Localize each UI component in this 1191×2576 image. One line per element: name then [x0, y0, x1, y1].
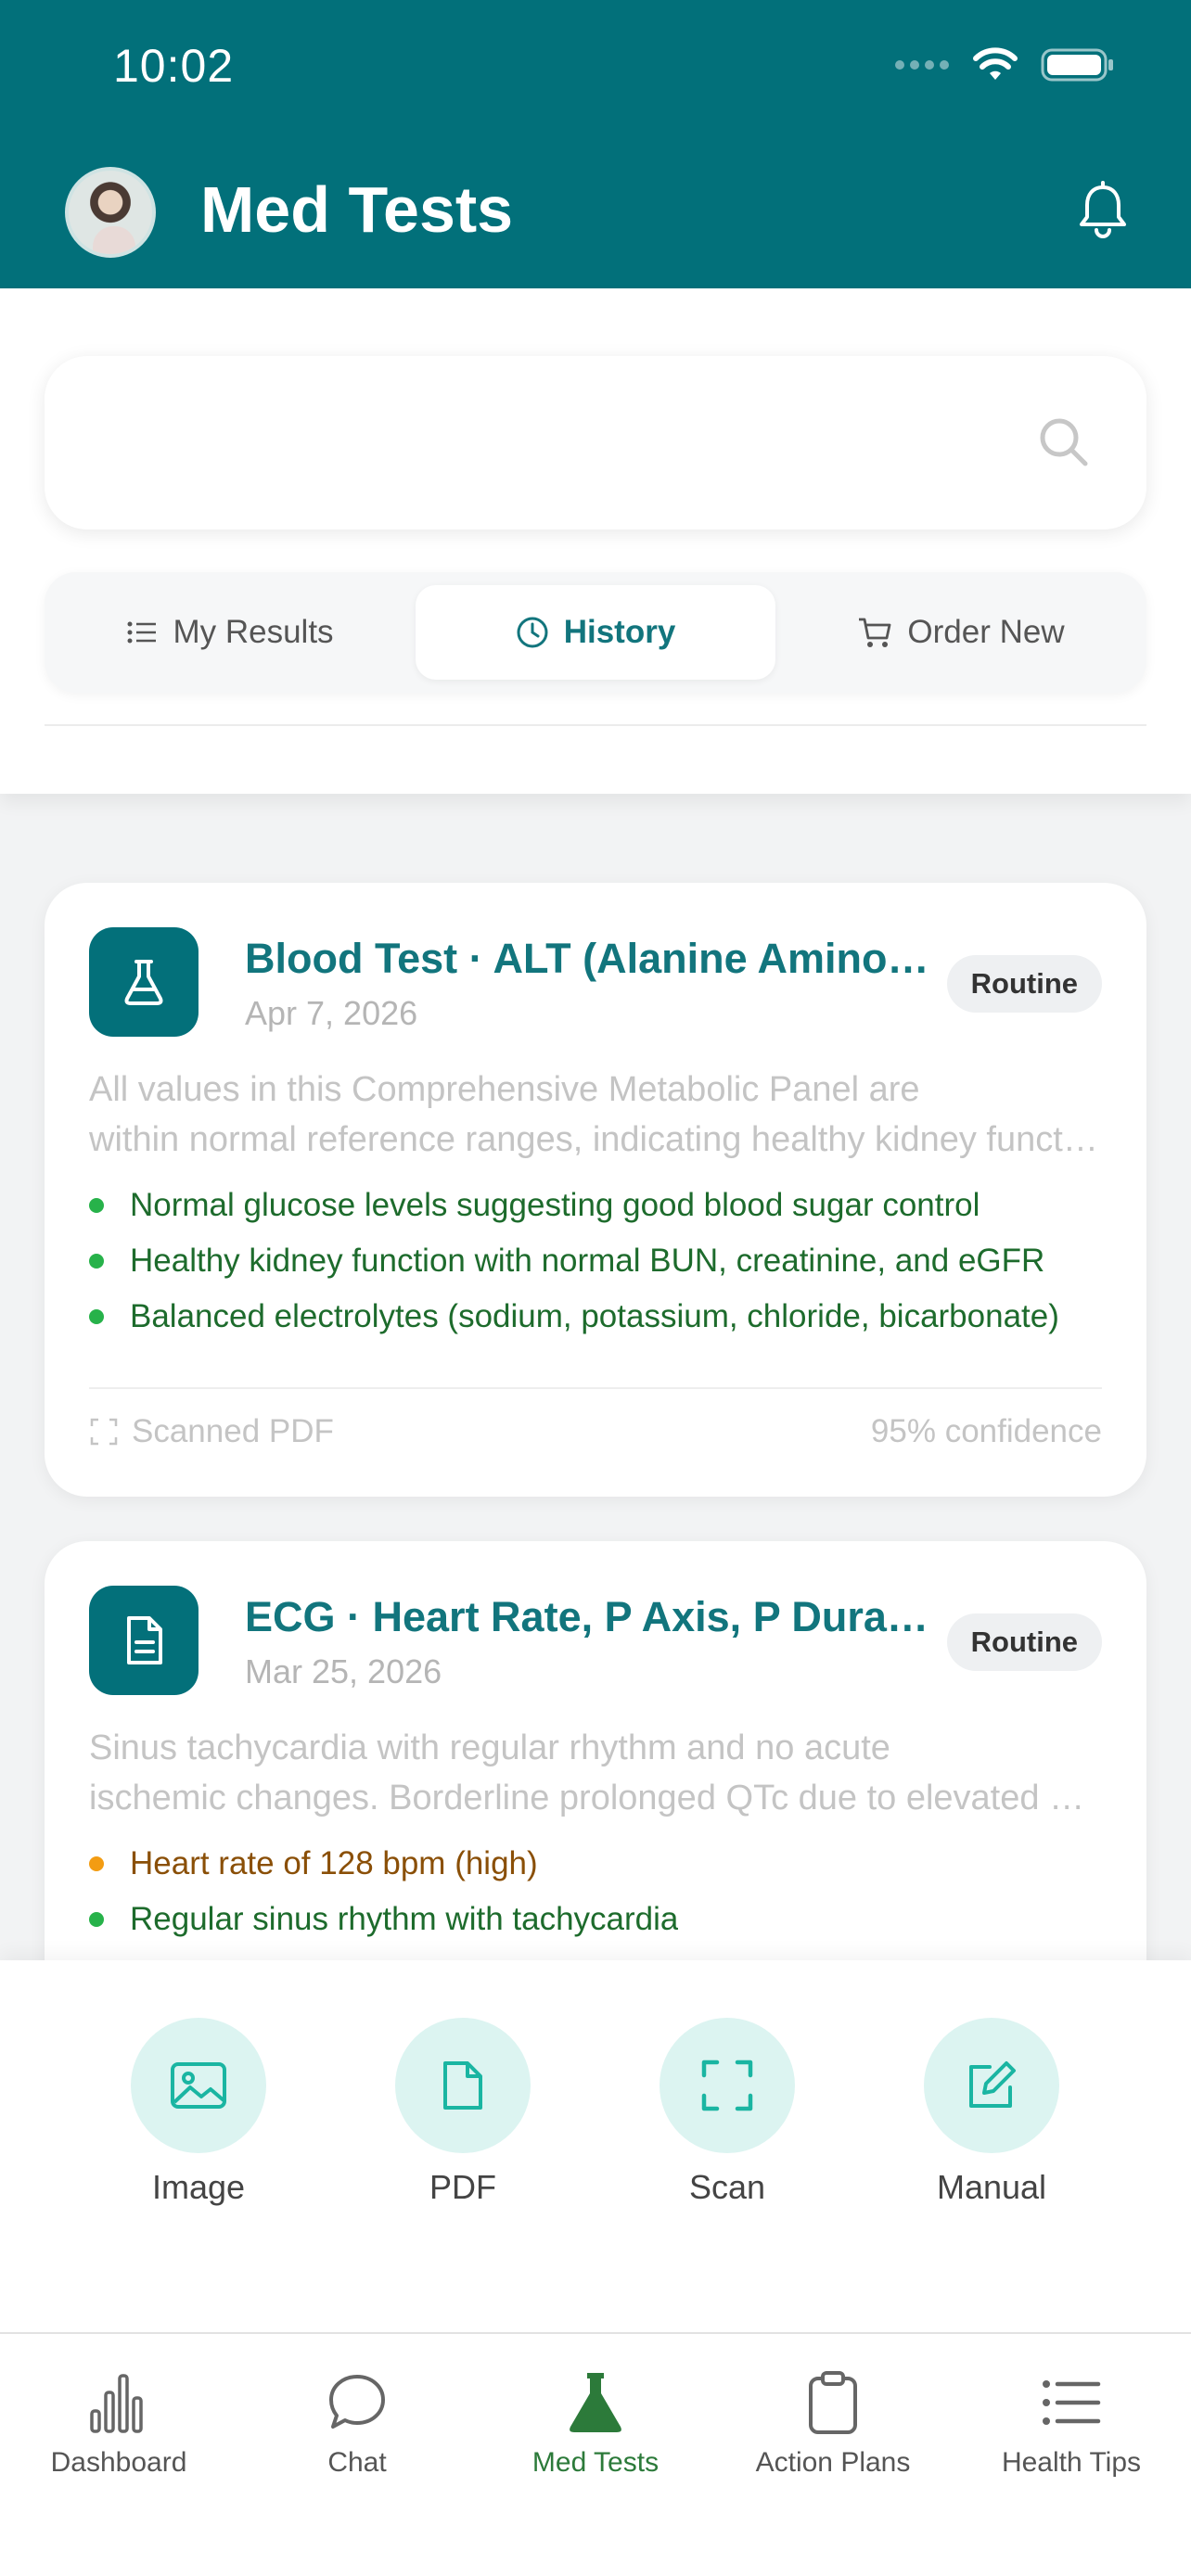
search-and-tabs-panel: My Results History Order New [0, 288, 1191, 794]
card-divider [89, 1387, 1102, 1389]
clock-icon [517, 617, 548, 648]
upload-label: Scan [688, 2168, 766, 2206]
battery-icon [1041, 48, 1113, 82]
nav-label: Dashboard [50, 2447, 187, 2478]
search-input[interactable] [45, 356, 1146, 529]
page-title: Med Tests [200, 173, 514, 246]
chat-bubble-icon [320, 2366, 394, 2440]
upload-label: Manual [936, 2168, 1047, 2206]
nav-label: Action Plans [755, 2447, 911, 2478]
finding-item: Normal glucose levels suggesting good bl… [89, 1178, 1102, 1233]
image-icon [131, 2018, 266, 2153]
card-title: ECG · Heart Rate, P Axis, P Duration [245, 1593, 933, 1640]
finding-item: Heart rate of 128 bpm (high) [89, 1836, 1102, 1892]
status-icons [894, 46, 1115, 83]
key-findings-list: Normal glucose levels suggesting good bl… [89, 1178, 1102, 1345]
cellular-signal-icon [895, 60, 949, 70]
nav-chat[interactable]: Chat [238, 2366, 476, 2479]
bottom-navigation: Dashboard Chat Med Tests Action Plans He… [0, 2332, 1191, 2576]
pdf-file-icon [395, 2018, 531, 2153]
scan-icon [90, 1418, 118, 1446]
normal-status-dot [89, 1198, 104, 1213]
nav-action-plans[interactable]: Action Plans [714, 2366, 952, 2479]
search-icon[interactable] [1037, 415, 1091, 469]
summary-line: within normal reference ranges, indicati… [89, 1120, 1102, 1159]
finding-item: Healthy kidney function with normal BUN,… [89, 1233, 1102, 1289]
flask-icon [558, 2366, 633, 2440]
list-icon [1034, 2366, 1108, 2440]
confidence-label: 95% confidence [870, 1413, 1102, 1449]
list-icon [127, 621, 157, 644]
tab-history[interactable]: History [416, 585, 775, 680]
status-time: 10:02 [113, 40, 235, 92]
upload-pdf-button[interactable]: PDF [370, 2018, 556, 2207]
nav-med-tests[interactable]: Med Tests [477, 2366, 714, 2479]
finding-text: Normal glucose levels suggesting good bl… [130, 1187, 980, 1223]
normal-status-dot [89, 1254, 104, 1269]
upload-label: Image [151, 2168, 246, 2206]
key-findings-list: Heart rate of 128 bpm (high) Regular sin… [89, 1836, 1102, 1947]
nav-label: Health Tips [1001, 2447, 1142, 2478]
summary-line: Sinus tachycardia with regular rhythm an… [89, 1728, 890, 1767]
test-result-card[interactable]: Blood Test · ALT (Alanine Aminotransfera… [45, 883, 1146, 1497]
notification-bell-icon[interactable] [1070, 178, 1135, 243]
results-tabs: My Results History Order New [45, 572, 1146, 693]
nav-dashboard[interactable]: Dashboard [0, 2366, 237, 2479]
profile-avatar[interactable] [65, 167, 156, 258]
wifi-icon [973, 47, 1018, 80]
normal-status-dot [89, 1309, 104, 1324]
tab-label: My Results [173, 614, 334, 650]
app-header: 10:02 Med Tests [0, 0, 1191, 288]
cart-icon [859, 618, 891, 647]
edit-icon [924, 2018, 1059, 2153]
upload-scan-button[interactable]: Scan [634, 2018, 820, 2207]
summary-line: All values in this Comprehensive Metabol… [89, 1070, 920, 1109]
card-summary: All values in this Comprehensive Metabol… [89, 1065, 1102, 1165]
finding-text: Regular sinus rhythm with tachycardia [130, 1901, 679, 1937]
normal-status-dot [89, 1912, 104, 1927]
finding-text: Heart rate of 128 bpm (high) [130, 1845, 538, 1881]
source-label: Scanned PDF [89, 1413, 334, 1450]
tab-label: History [563, 614, 676, 650]
priority-badge: Routine [946, 1613, 1102, 1671]
upload-image-button[interactable]: Image [106, 2018, 291, 2207]
source-text: Scanned PDF [132, 1413, 334, 1449]
warning-status-dot [89, 1856, 104, 1871]
finding-text: Healthy kidney function with normal BUN,… [130, 1243, 1045, 1279]
card-title: Blood Test · ALT (Alanine Aminotransfera… [245, 935, 933, 982]
nav-health-tips[interactable]: Health Tips [953, 2366, 1190, 2479]
nav-label: Med Tests [531, 2447, 660, 2478]
upload-label: PDF [429, 2168, 496, 2206]
nav-label: Chat [327, 2447, 387, 2478]
summary-line: ischemic changes. Borderline prolonged Q… [89, 1779, 1102, 1817]
card-date: Apr 7, 2026 [245, 994, 418, 1032]
tab-order-new[interactable]: Order New [775, 572, 1146, 693]
document-icon [89, 1586, 198, 1695]
priority-badge: Routine [946, 955, 1102, 1013]
panel-divider [45, 724, 1146, 726]
card-date: Mar 25, 2026 [245, 1652, 442, 1690]
tab-label: Order New [907, 614, 1065, 650]
card-summary: Sinus tachycardia with regular rhythm an… [89, 1723, 1102, 1823]
upload-options-sheet: Image PDF Scan Manual [0, 1960, 1191, 2333]
flask-icon [89, 927, 198, 1037]
finding-item: Balanced electrolytes (sodium, potassium… [89, 1289, 1102, 1345]
tab-my-results[interactable]: My Results [45, 572, 416, 693]
bar-chart-icon [82, 2366, 156, 2440]
finding-item: Regular sinus rhythm with tachycardia [89, 1892, 1102, 1947]
manual-entry-button[interactable]: Manual [899, 2018, 1084, 2207]
clipboard-icon [796, 2366, 870, 2440]
scan-icon [660, 2018, 795, 2153]
finding-text: Balanced electrolytes (sodium, potassium… [130, 1298, 1059, 1334]
